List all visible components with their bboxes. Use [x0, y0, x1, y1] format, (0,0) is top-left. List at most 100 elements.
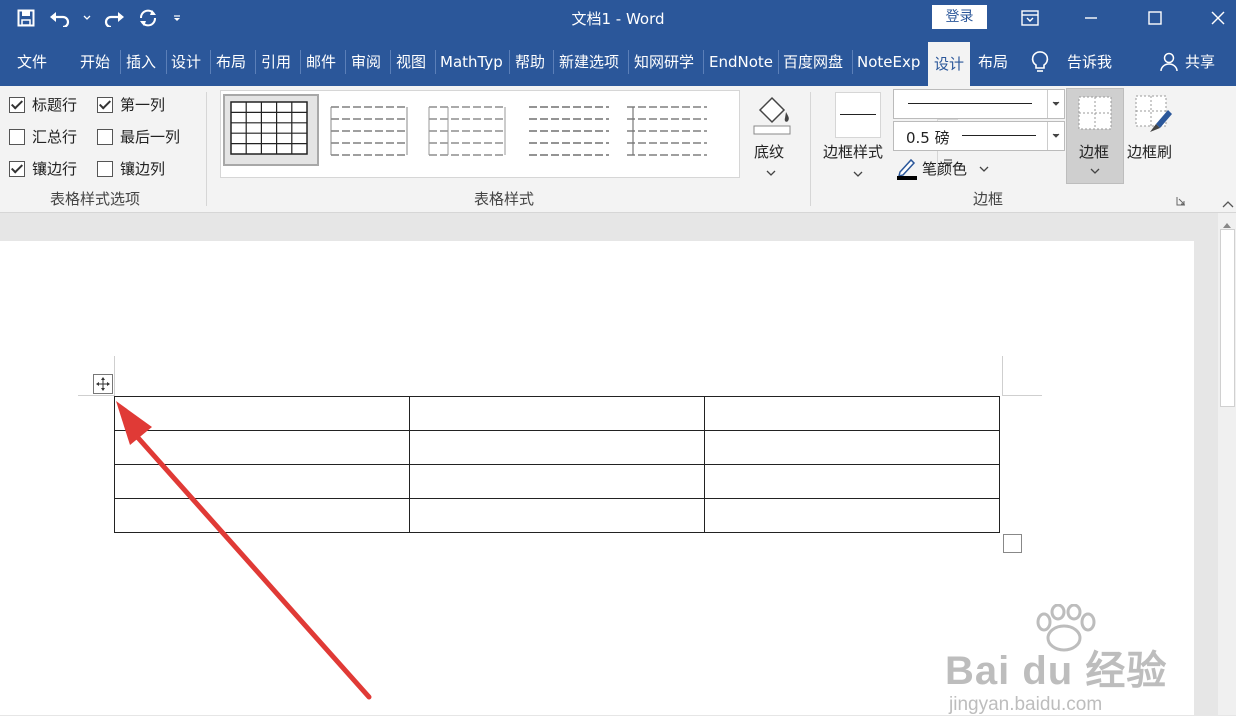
banded-rows-label: 镶边行	[32, 160, 78, 178]
table-cell[interactable]	[409, 498, 705, 533]
table-cell[interactable]	[409, 430, 705, 465]
tab-divider	[553, 50, 554, 74]
total-row-option[interactable]: 汇总行	[9, 126, 77, 147]
move-arrows-icon	[96, 377, 110, 391]
border-painter-button[interactable]: 边框刷	[1127, 141, 1172, 162]
pen-color-dropdown-icon[interactable]	[979, 161, 989, 177]
tell-me-box[interactable]: 告诉我	[1067, 38, 1112, 86]
tab-mathtype[interactable]: MathTyp	[440, 38, 506, 86]
borders-dialog-launcher-icon[interactable]	[1176, 194, 1186, 210]
vertical-scrollbar[interactable]	[1218, 213, 1236, 715]
line-weight-select[interactable]: 0.5 磅	[893, 121, 1065, 151]
borders-group-label: 边框	[973, 190, 1004, 208]
tab-file[interactable]: 文件	[17, 38, 47, 86]
line-style-select[interactable]	[893, 89, 1065, 119]
tab-mailings[interactable]: 邮件	[306, 38, 336, 86]
border-styles-preview[interactable]	[835, 92, 881, 138]
login-button[interactable]: 登录	[932, 5, 987, 29]
tab-design[interactable]: 设计	[171, 38, 201, 86]
table-style-plain-thumbnail[interactable]	[323, 97, 415, 165]
tab-divider	[435, 50, 436, 74]
total-row-checkbox[interactable]	[9, 128, 25, 145]
watermark-brand: Bai du 经验	[945, 649, 1168, 693]
collapse-ribbon-icon[interactable]	[1222, 196, 1234, 212]
border-painter-icon[interactable]	[1134, 94, 1174, 138]
first-column-option[interactable]: 第一列	[97, 94, 165, 115]
tab-home[interactable]: 开始	[80, 38, 110, 86]
lightbulb-icon[interactable]	[1030, 50, 1050, 78]
table-style-grid-thumbnail[interactable]	[223, 94, 319, 166]
tab-table-design[interactable]: 设计	[928, 42, 970, 86]
group-divider	[206, 92, 207, 206]
shading-dropdown-icon[interactable]	[766, 165, 776, 181]
tab-cnki[interactable]: 知网研学	[634, 38, 694, 86]
last-column-label: 最后一列	[120, 128, 181, 146]
borders-grid-icon	[1078, 96, 1112, 130]
border-styles-button[interactable]: 边框样式	[823, 141, 883, 162]
table-resize-handle[interactable]	[1003, 534, 1022, 553]
tab-references[interactable]: 引用	[261, 38, 291, 86]
minimize-icon[interactable]	[1077, 6, 1105, 30]
tab-help[interactable]: 帮助	[515, 38, 545, 86]
total-row-label: 汇总行	[32, 128, 78, 146]
tab-baidu-netdisk[interactable]: 百度网盘	[783, 38, 843, 86]
share-button[interactable]: 共享	[1185, 38, 1215, 86]
banded-columns-option[interactable]: 镶边列	[97, 158, 165, 179]
tab-new-options[interactable]: 新建选项	[559, 38, 619, 86]
header-row-option[interactable]: 标题行	[9, 94, 77, 115]
table-styles-group-label: 表格样式	[474, 190, 535, 208]
pen-color-icon[interactable]	[896, 156, 918, 184]
line-style-dropdown-icon[interactable]	[1047, 90, 1064, 118]
tab-view[interactable]: 视图	[396, 38, 426, 86]
margin-mark	[1002, 395, 1042, 396]
tab-noteexpress[interactable]: NoteExp	[857, 38, 924, 86]
title-bar: 文档1 - Word 登录	[0, 0, 1236, 38]
table-cell[interactable]	[704, 396, 1000, 431]
maximize-icon[interactable]	[1141, 6, 1169, 30]
scroll-thumb[interactable]	[1220, 229, 1235, 407]
table-style-columns-thumbnail[interactable]	[621, 97, 713, 165]
borders-dropdown-icon[interactable]	[1090, 167, 1100, 175]
first-column-label: 第一列	[120, 96, 166, 114]
tab-layout[interactable]: 布局	[216, 38, 246, 86]
window-title: 文档1 - Word	[571, 10, 665, 28]
tab-divider	[509, 50, 510, 74]
table-cell[interactable]	[704, 498, 1000, 533]
last-column-option[interactable]: 最后一列	[97, 126, 180, 147]
margin-mark	[1002, 356, 1003, 396]
last-column-checkbox[interactable]	[97, 128, 113, 145]
tab-divider	[703, 50, 704, 74]
pen-color-button[interactable]: 笔颜色	[922, 158, 967, 179]
line-weight-value: 0.5 磅	[906, 129, 950, 147]
tab-divider	[166, 50, 167, 74]
borders-button[interactable]: 边框	[1066, 88, 1124, 184]
tab-endnote[interactable]: EndNote	[709, 38, 775, 86]
shading-bucket-icon[interactable]	[750, 92, 794, 140]
tab-insert[interactable]: 插入	[126, 38, 156, 86]
table-cell[interactable]	[409, 396, 705, 431]
border-styles-dropdown-icon[interactable]	[853, 166, 863, 182]
table-style-grid-light-thumbnail[interactable]	[421, 97, 513, 165]
tab-divider	[120, 50, 121, 74]
share-person-icon[interactable]	[1160, 52, 1180, 76]
tab-divider	[300, 50, 301, 74]
tab-divider	[852, 50, 853, 74]
header-row-checkbox[interactable]	[9, 96, 25, 113]
tab-divider	[210, 50, 211, 74]
line-weight-dropdown-icon[interactable]	[1047, 122, 1064, 150]
table-cell[interactable]	[704, 430, 1000, 465]
shading-button[interactable]: 底纹	[754, 141, 784, 162]
table-style-lines-thumbnail[interactable]	[523, 97, 615, 165]
table-cell[interactable]	[409, 464, 705, 499]
first-column-checkbox[interactable]	[97, 96, 113, 113]
tab-review[interactable]: 审阅	[351, 38, 381, 86]
banded-rows-option[interactable]: 镶边行	[9, 158, 77, 179]
table-cell[interactable]	[704, 464, 1000, 499]
close-icon[interactable]	[1204, 6, 1232, 30]
ribbon-display-options-icon[interactable]	[1016, 6, 1044, 30]
banded-columns-checkbox[interactable]	[97, 160, 113, 177]
banded-rows-checkbox[interactable]	[9, 160, 25, 177]
document-page[interactable]: Bai du 经验 jingyan.baidu.com	[0, 241, 1194, 715]
banded-columns-label: 镶边列	[120, 160, 166, 178]
tab-table-layout[interactable]: 布局	[978, 38, 1008, 86]
